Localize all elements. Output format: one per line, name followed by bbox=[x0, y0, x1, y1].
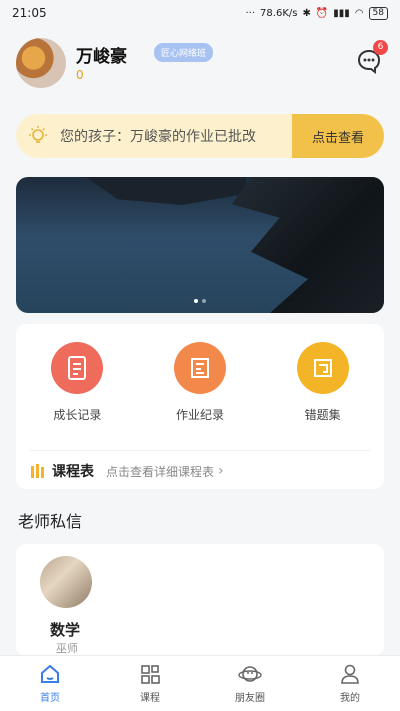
home-icon bbox=[41, 664, 59, 683]
bulb-icon bbox=[16, 125, 60, 147]
feature-label: 成长记录 bbox=[53, 408, 102, 422]
teacher-name: 巫师 bbox=[56, 642, 78, 655]
teacher-avatar bbox=[40, 556, 92, 608]
bluetooth-icon: ✱ bbox=[302, 7, 311, 19]
tab-label: 首页 bbox=[40, 693, 60, 704]
battery-icon: 58 bbox=[368, 6, 388, 20]
message-button[interactable]: 6 bbox=[356, 40, 388, 74]
signal-icon: ▮▮▮ bbox=[333, 7, 350, 19]
tab-mine[interactable]: 我的 bbox=[300, 656, 400, 711]
status-icons: ··· 78.6K/s ✱ ⏰ ▮▮▮ ◠ 58 bbox=[245, 6, 388, 20]
feature-mistake-collection[interactable]: 错题集 bbox=[273, 342, 373, 423]
notice-text: 您的孩子：万峻豪的作业已批改 bbox=[60, 129, 256, 145]
tab-home[interactable]: 首页 bbox=[0, 656, 100, 711]
teacher-subject: 数学 bbox=[50, 621, 81, 639]
unread-badge: 6 bbox=[373, 40, 388, 55]
schedule-row[interactable]: 课程表 点击查看详细课程表 › bbox=[30, 450, 370, 481]
more-icon: ··· bbox=[245, 7, 256, 19]
class-badge: 匠心网络班 bbox=[154, 43, 214, 62]
view-homework-button[interactable]: 点击查看 bbox=[292, 114, 384, 158]
points-value: 0 bbox=[76, 68, 84, 82]
profile-header: 万峻豪 匠心网络班 0 6 bbox=[16, 38, 388, 94]
notebook-icon bbox=[51, 342, 104, 394]
status-time: 21:05 bbox=[12, 6, 47, 20]
schedule-title: 课程表 bbox=[52, 464, 94, 480]
feature-card: 成长记录 作业纪录 错题集 课程表 点击查看详细课程表 › bbox=[16, 324, 384, 489]
banner-image bbox=[86, 177, 246, 205]
user-icon bbox=[341, 664, 359, 684]
folder-icon bbox=[296, 342, 349, 394]
chevron-right-icon: › bbox=[218, 463, 224, 479]
homework-notice[interactable]: 您的孩子：万峻豪的作业已批改 点击查看 bbox=[16, 114, 384, 158]
avatar[interactable] bbox=[16, 38, 66, 88]
homework-icon bbox=[173, 342, 226, 394]
feature-label: 作业纪录 bbox=[175, 408, 224, 422]
grid-icon bbox=[141, 665, 160, 684]
network-speed: 78.6K/s bbox=[260, 7, 298, 19]
feature-homework-record[interactable]: 作业纪录 bbox=[150, 342, 250, 423]
tab-label: 课程 bbox=[140, 693, 160, 704]
tab-label: 我的 bbox=[340, 693, 360, 704]
carousel-dot[interactable] bbox=[202, 299, 206, 303]
schedule-hint: 点击查看详细课程表 bbox=[106, 464, 215, 479]
bottom-tab-bar: 首页 课程 朋友圈 我的 bbox=[0, 655, 400, 711]
student-name: 万峻豪 bbox=[76, 47, 127, 67]
alarm-icon: ⏰ bbox=[315, 7, 329, 19]
feature-label: 错题集 bbox=[304, 408, 341, 422]
feature-growth-record[interactable]: 成长记录 bbox=[27, 342, 127, 423]
status-bar: 21:05 ··· 78.6K/s ✱ ⏰ ▮▮▮ ◠ 58 bbox=[0, 0, 400, 26]
section-title: 老师私信 bbox=[18, 512, 83, 531]
carousel-dot[interactable] bbox=[194, 299, 198, 303]
banner-carousel[interactable] bbox=[16, 177, 384, 313]
tab-moments[interactable]: 朋友圈 bbox=[200, 656, 300, 711]
tab-label: 朋友圈 bbox=[235, 693, 265, 704]
teacher-card[interactable]: 数学 巫师 bbox=[16, 544, 384, 656]
tab-courses[interactable]: 课程 bbox=[100, 656, 200, 711]
schedule-icon bbox=[31, 464, 44, 478]
planet-icon bbox=[238, 666, 262, 682]
carousel-dots bbox=[194, 299, 206, 303]
wifi-icon: ◠ bbox=[354, 7, 364, 19]
